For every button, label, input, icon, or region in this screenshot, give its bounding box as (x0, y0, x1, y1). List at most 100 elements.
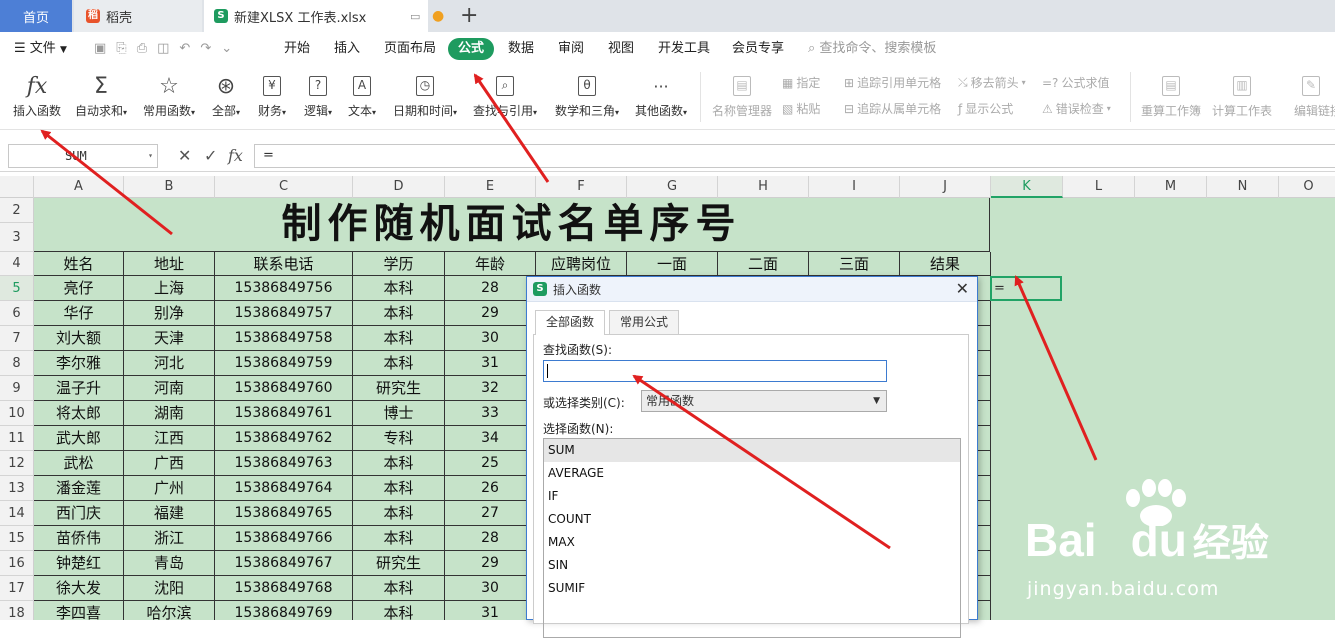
table-header-cell[interactable]: 姓名 (34, 252, 124, 276)
table-cell[interactable]: 15386849757 (215, 301, 353, 326)
copy-icon[interactable]: ⎘ (116, 41, 136, 56)
table-cell[interactable]: 15386849760 (215, 376, 353, 401)
table-cell[interactable]: 研究生 (353, 551, 445, 576)
row-header-12[interactable]: 12 (0, 451, 34, 476)
menu-view[interactable]: 视图 (608, 32, 634, 66)
autosum-button[interactable]: Σ 自动求和▾ (70, 70, 132, 126)
row-header-15[interactable]: 15 (0, 526, 34, 551)
table-cell[interactable]: 研究生 (353, 376, 445, 401)
table-cell[interactable]: 别净 (124, 301, 215, 326)
table-cell[interactable]: 33 (445, 401, 536, 426)
table-header-cell[interactable]: 三面 (809, 252, 900, 276)
function-list-item[interactable]: SUM (544, 439, 960, 462)
tab-home[interactable]: 首页 (0, 0, 72, 32)
fx-icon[interactable]: fx (228, 144, 243, 168)
table-cell[interactable]: 15386849756 (215, 276, 353, 301)
table-cell[interactable]: 本科 (353, 351, 445, 376)
table-cell[interactable]: 28 (445, 526, 536, 551)
table-cell[interactable]: 28 (445, 276, 536, 301)
logic-button[interactable]: ? 逻辑▾ (298, 70, 338, 126)
table-cell[interactable]: 26 (445, 476, 536, 501)
tab-daoke[interactable]: 稻 稻壳 (74, 0, 202, 32)
finance-button[interactable]: ¥ 财务▾ (252, 70, 292, 126)
trace-dependents-button[interactable]: ⊟ 追踪从属单元格 (844, 100, 941, 117)
table-cell[interactable]: 15386849761 (215, 401, 353, 426)
column-header-d[interactable]: D (353, 176, 445, 198)
confirm-icon[interactable]: ✓ (204, 144, 217, 168)
table-cell[interactable]: 武松 (34, 451, 124, 476)
table-cell[interactable]: 潘金莲 (34, 476, 124, 501)
trace-precedents-button[interactable]: ⊞ 追踪引用单元格 (844, 74, 941, 91)
column-header-e[interactable]: E (445, 176, 536, 198)
table-cell[interactable]: 32 (445, 376, 536, 401)
menu-review[interactable]: 审阅 (558, 32, 584, 66)
table-cell[interactable]: 31 (445, 351, 536, 376)
row-header-3[interactable]: 3 (0, 223, 34, 252)
table-cell[interactable]: 本科 (353, 501, 445, 526)
table-cell[interactable]: 华仔 (34, 301, 124, 326)
remove-arrows-button[interactable]: ⤯ 移去箭头 ▾ (958, 74, 1026, 91)
row-header-13[interactable]: 13 (0, 476, 34, 501)
command-search[interactable]: ⌕ 查找命令、搜索模板 (808, 32, 936, 66)
chevron-down-icon[interactable]: ▾ (148, 145, 153, 167)
table-cell[interactable]: 天津 (124, 326, 215, 351)
all-functions-button[interactable]: ⊛ 全部▾ (206, 70, 246, 126)
text-button[interactable]: A 文本▾ (342, 70, 382, 126)
table-cell[interactable]: 本科 (353, 476, 445, 501)
table-cell[interactable]: 本科 (353, 276, 445, 301)
table-cell[interactable]: 河北 (124, 351, 215, 376)
row-header-4[interactable]: 4 (0, 252, 34, 276)
quick-access-toolbar[interactable]: ▣⎘⎙◫↶↷⌄ (94, 32, 242, 66)
tab-all-functions[interactable]: 全部函数 (535, 310, 606, 335)
table-cell[interactable]: 本科 (353, 326, 445, 351)
column-header-j[interactable]: J (900, 176, 991, 198)
tab-common-formulas[interactable]: 常用公式 (609, 310, 680, 334)
other-functions-button[interactable]: ··· 其他函数▾ (630, 70, 692, 126)
function-list-item[interactable]: SIN (544, 554, 960, 577)
column-header-g[interactable]: G (627, 176, 718, 198)
table-cell[interactable]: 15386849769 (215, 601, 353, 620)
new-tab-button[interactable]: + (460, 2, 478, 30)
table-cell[interactable]: 刘大额 (34, 326, 124, 351)
table-cell[interactable]: 亮仔 (34, 276, 124, 301)
menu-member[interactable]: 会员专享 (732, 32, 784, 66)
file-menu[interactable]: ☰ 文件 ▼ (14, 32, 67, 66)
table-cell[interactable]: 专科 (353, 426, 445, 451)
menu-developer[interactable]: 开发工具 (658, 32, 710, 66)
menu-insert[interactable]: 插入 (334, 32, 360, 66)
assign-button[interactable]: ▦ 指定 (782, 74, 820, 91)
math-trig-button[interactable]: θ 数学和三角▾ (550, 70, 624, 126)
table-cell[interactable]: 西门庆 (34, 501, 124, 526)
table-cell[interactable]: 15386849759 (215, 351, 353, 376)
row-header-14[interactable]: 14 (0, 501, 34, 526)
table-cell[interactable]: 沈阳 (124, 576, 215, 601)
table-cell[interactable]: 本科 (353, 301, 445, 326)
table-cell[interactable]: 31 (445, 601, 536, 620)
table-header-cell[interactable]: 年龄 (445, 252, 536, 276)
table-cell[interactable]: 34 (445, 426, 536, 451)
menu-data[interactable]: 数据 (508, 32, 534, 66)
table-header-cell[interactable]: 联系电话 (215, 252, 353, 276)
column-header-k[interactable]: K (991, 176, 1063, 198)
menu-start[interactable]: 开始 (284, 32, 310, 66)
lookup-button[interactable]: ⌕ 查找与引用▾ (468, 70, 542, 126)
table-cell[interactable]: 本科 (353, 601, 445, 620)
menu-page-layout[interactable]: 页面布局 (384, 32, 436, 66)
table-cell[interactable]: 15386849758 (215, 326, 353, 351)
row-header-2[interactable]: 2 (0, 198, 34, 223)
function-list[interactable]: SUM AVERAGE IF COUNT MAX SIN SUMIF (543, 438, 961, 638)
table-cell[interactable]: 27 (445, 501, 536, 526)
row-header-9[interactable]: 9 (0, 376, 34, 401)
table-cell[interactable]: 李尔雅 (34, 351, 124, 376)
datetime-button[interactable]: ◷ 日期和时间▾ (388, 70, 462, 126)
column-header-m[interactable]: M (1135, 176, 1207, 198)
column-header-h[interactable]: H (718, 176, 809, 198)
table-cell[interactable]: 上海 (124, 276, 215, 301)
table-cell[interactable]: 哈尔滨 (124, 601, 215, 620)
column-header-i[interactable]: I (809, 176, 900, 198)
search-function-input[interactable] (543, 360, 887, 382)
row-header-10[interactable]: 10 (0, 401, 34, 426)
formula-input[interactable]: = (254, 144, 1335, 168)
table-cell[interactable]: 15386849763 (215, 451, 353, 476)
table-header-cell[interactable]: 二面 (718, 252, 809, 276)
